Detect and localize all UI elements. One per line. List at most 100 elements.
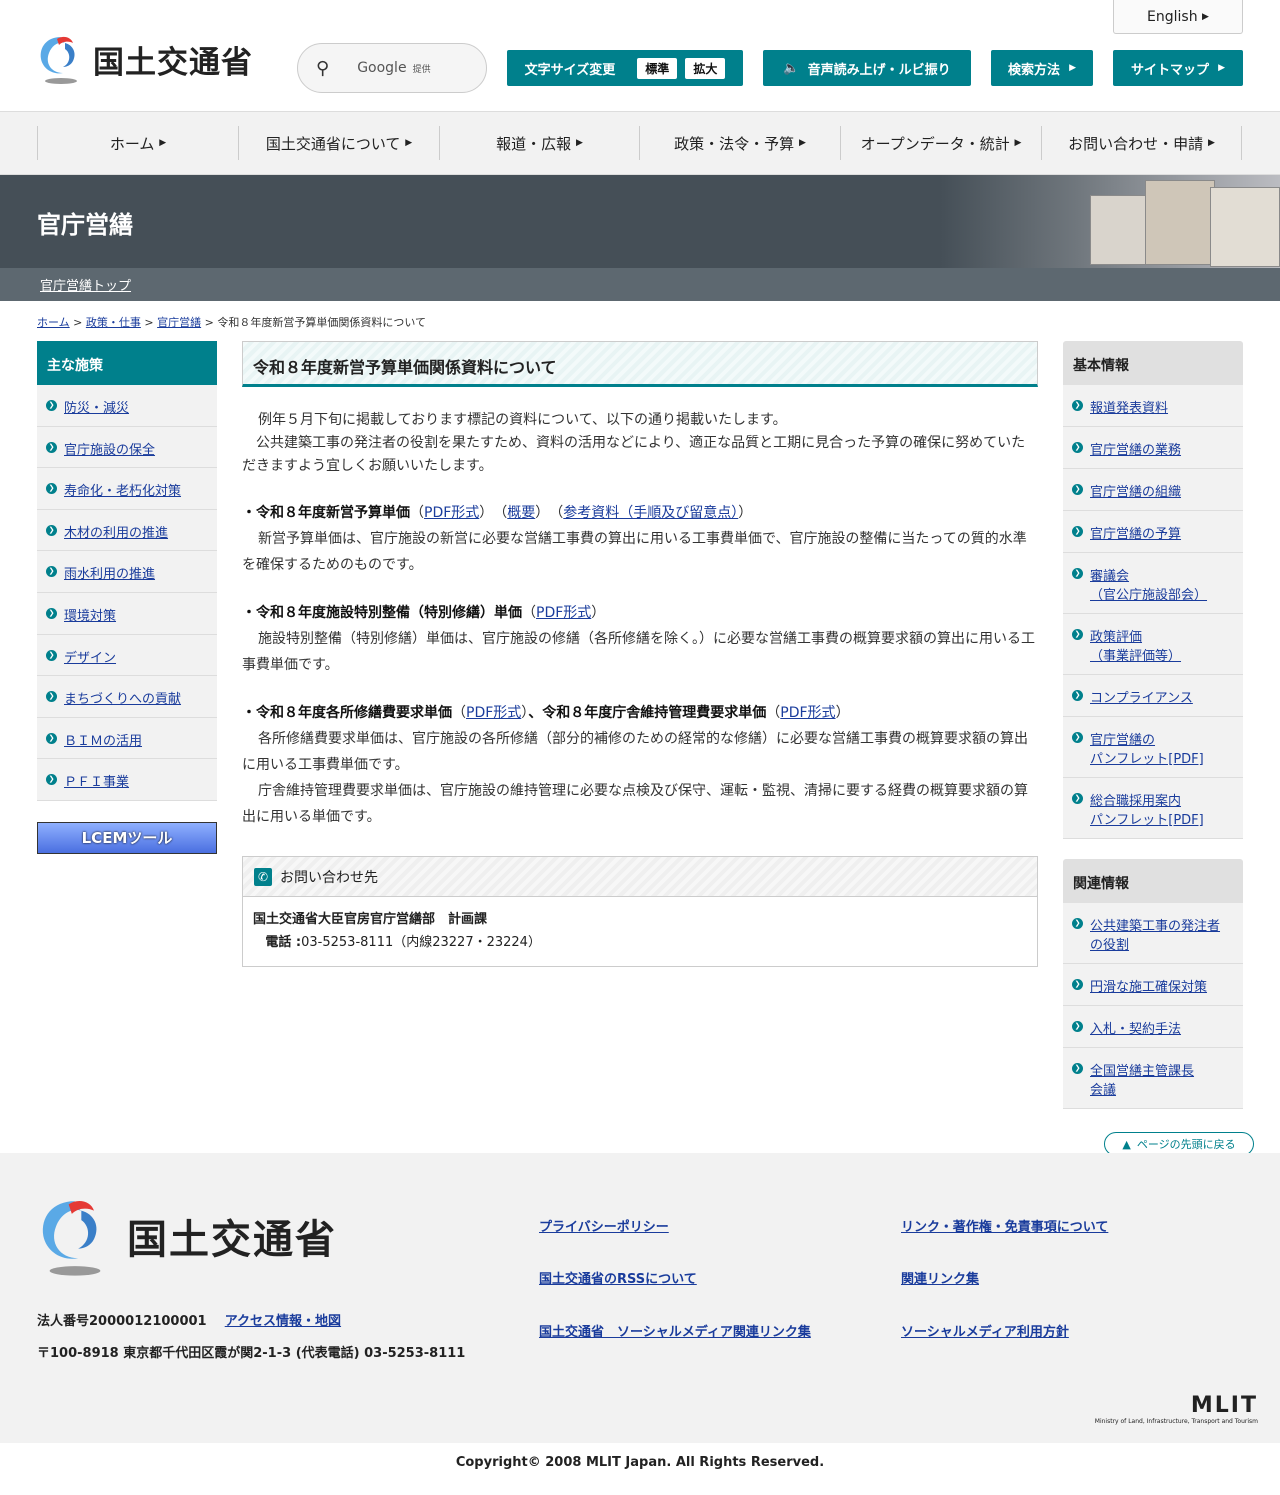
- font-size-control: 文字サイズ変更 標準 拡大: [507, 50, 743, 86]
- sidebar-item[interactable]: ❯ 総合職採用案内 パンフレット[PDF]: [1063, 778, 1243, 839]
- google-search-box[interactable]: ⚲ Google 提供: [297, 43, 487, 93]
- mlit-logo-icon: [42, 1201, 101, 1276]
- page-title: 令和８年度新営予算単価関係資料について: [242, 341, 1038, 387]
- gnav-home[interactable]: ホーム ▶: [37, 126, 238, 160]
- breadcrumb-current: 令和８年度新営予算単価関係資料について: [217, 316, 426, 329]
- breadcrumb: ホーム > 政策・仕事 > 官庁営繕 > 令和８年度新営予算単価関係資料について: [37, 316, 426, 329]
- chevron-right-icon: ❯: [1072, 484, 1083, 495]
- chevron-right-icon: ❯: [46, 400, 57, 411]
- contact-body: 国土交通省大臣官房官庁営繕部 計画課 電話 :03-5253-8111（内線23…: [253, 912, 541, 950]
- breadcrumb-eizen[interactable]: 官庁営繕: [157, 316, 201, 329]
- copyright-link[interactable]: リンク・著作権・免責事項について: [901, 1216, 1108, 1235]
- right-sidebar-basic: 基本情報 ❯ 報道発表資料 ❯ 官庁営繕の業務 ❯ 官庁営繕の組織 ❯ 官庁営繕の予算 …: [1063, 341, 1243, 839]
- chevron-right-icon: ❯: [1072, 1063, 1083, 1074]
- font-large-button[interactable]: 拡大: [685, 57, 726, 79]
- right-sidebar-related: 関連情報 ❯ 公共建築工事の発注者 の役割 ❯ 円滑な施工確保対策 ❯ 入札・契約手法 …: [1063, 859, 1243, 1109]
- mlit-wordmark: MLIT Ministry of Land, Infrastructure, T…: [1094, 1393, 1258, 1425]
- sidebar-item[interactable]: ❯ 入札・契約手法: [1063, 1006, 1243, 1048]
- contact-header: ✆ お問い合わせ先: [243, 857, 1037, 897]
- left-sidebar: 主な施策 ❯ 防災・減災 ❯ 官庁施設の保全 ❯ 寿命化・老朽化対策 ❯ 木材の利用の推…: [37, 341, 217, 854]
- footer-logo[interactable]: 国土交通省: [37, 1193, 337, 1279]
- sidebar-item[interactable]: ❯ まちづくりへの貢献: [37, 676, 217, 718]
- site-footer: 国土交通省 法人番号2000012100001 アクセス情報・地図 〒100-8…: [0, 1153, 1280, 1443]
- arrow-up-icon: ▲: [1122, 1137, 1131, 1151]
- sidebar-item[interactable]: ❯ 公共建築工事の発注者 の役割: [1063, 903, 1243, 964]
- sidebar-item[interactable]: ❯ 官庁営繕の業務: [1063, 427, 1243, 469]
- sidebar-item[interactable]: ❯ 全国営繕主管課長 会議: [1063, 1048, 1243, 1109]
- voice-reading-button[interactable]: 🔈 音声読み上げ・ルビ振り: [763, 50, 971, 86]
- sitemap-button[interactable]: サイトマップ ▶: [1113, 50, 1243, 86]
- pdf-link[interactable]: PDF形式: [424, 505, 479, 521]
- chevron-right-icon: ❯: [46, 774, 57, 786]
- triangle-right-icon: ▶: [1202, 11, 1209, 22]
- related-links-link[interactable]: 関連リンク集: [901, 1268, 979, 1287]
- gnav-contact[interactable]: お問い合わせ・申請 ▶: [1041, 126, 1242, 160]
- search-icon[interactable]: ⚲: [316, 58, 329, 79]
- related-info-title: 関連情報: [1063, 859, 1243, 903]
- chevron-right-icon: ❯: [46, 524, 57, 536]
- sidebar-item[interactable]: ❯ 官庁営繕の パンフレット[PDF]: [1063, 717, 1243, 778]
- sidebar-item[interactable]: ❯ コンプライアンス: [1063, 675, 1243, 717]
- sidebar-item[interactable]: ❯ 審議会 （官公庁施設部会）: [1063, 553, 1243, 614]
- font-standard-button[interactable]: 標準: [637, 57, 678, 79]
- triangle-right-icon: ▶: [1207, 138, 1215, 148]
- sidebar-item[interactable]: ❯ 雨水利用の推進: [37, 551, 217, 593]
- lcem-tool-banner[interactable]: LCEMツール: [37, 821, 217, 854]
- sidebar-item[interactable]: ❯ 報道発表資料: [1063, 385, 1243, 427]
- sidebar-item[interactable]: ❯ 円滑な施工確保対策: [1063, 964, 1243, 1006]
- sidebar-item[interactable]: ❯ 木材の利用の推進: [37, 509, 217, 552]
- breadcrumb-home[interactable]: ホーム: [37, 316, 70, 329]
- font-size-label: 文字サイズ変更: [524, 62, 616, 78]
- pdf-link[interactable]: PDF形式: [536, 605, 591, 621]
- sidebar-item[interactable]: ❯ 防災・減災: [37, 385, 217, 427]
- chevron-right-icon: ❯: [1072, 793, 1083, 804]
- sidebar-item[interactable]: ❯ ＰＦＩ事業: [37, 759, 217, 801]
- breadcrumb-policy[interactable]: 政策・仕事: [86, 316, 141, 329]
- left-sidebar-title: 主な施策: [37, 341, 217, 385]
- sidebar-item[interactable]: ❯ 官庁営繕の予算: [1063, 511, 1243, 553]
- triangle-right-icon: ▶: [1069, 63, 1076, 73]
- chevron-right-icon: ❯: [46, 732, 57, 744]
- rss-link[interactable]: 国土交通省のRSSについて: [539, 1268, 697, 1287]
- building-photo: [940, 175, 1280, 268]
- global-nav: ホーム ▶ 国土交通省について ▶ 報道・広報 ▶ 政策・法令・予算 ▶ オープ…: [0, 112, 1280, 175]
- chevron-right-icon: ❯: [1072, 732, 1083, 743]
- sidebar-item[interactable]: ❯ デザイン: [37, 634, 217, 677]
- speaker-icon: 🔈: [783, 60, 800, 76]
- sidebar-item[interactable]: ❯ 官庁営繕の組織: [1063, 469, 1243, 511]
- social-policy-link[interactable]: ソーシャルメディア利用方針: [901, 1321, 1069, 1340]
- gnav-about[interactable]: 国土交通省について ▶: [238, 126, 439, 160]
- triangle-right-icon: ▶: [1218, 63, 1225, 73]
- chevron-right-icon: ❯: [1072, 1021, 1083, 1032]
- sidebar-item[interactable]: ❯ 寿命化・老朽化対策: [37, 468, 217, 510]
- pdf-link[interactable]: PDF形式: [780, 705, 835, 721]
- english-link[interactable]: English ▶: [1113, 0, 1243, 34]
- pdf-link[interactable]: PDF形式: [466, 705, 521, 721]
- gnav-opendata[interactable]: オープンデータ・統計 ▶: [840, 126, 1041, 160]
- chevron-right-icon: ❯: [46, 691, 57, 703]
- section-top-link[interactable]: 官庁営繕トップ: [40, 275, 131, 294]
- site-logo[interactable]: 国土交通省: [37, 33, 253, 85]
- reference-link[interactable]: 参考資料（手順及び留意点）: [563, 505, 738, 521]
- chevron-right-icon: ❯: [1072, 442, 1083, 453]
- access-link[interactable]: アクセス情報・地図: [225, 1314, 341, 1329]
- footer-logo-text: 国土交通省: [127, 1217, 337, 1263]
- sidebar-item[interactable]: ❯ ＢＩＭの活用: [37, 717, 217, 760]
- main-content: 令和８年度新営予算単価関係資料について 例年５月下旬に掲載しております標記の資料…: [242, 341, 1038, 967]
- chevron-right-icon: ❯: [1072, 918, 1083, 929]
- footer-corp-info: 法人番号2000012100001 アクセス情報・地図: [37, 1314, 342, 1329]
- chevron-right-icon: ❯: [1072, 690, 1083, 701]
- summary-link[interactable]: 概要: [507, 505, 535, 521]
- search-method-button[interactable]: 検索方法 ▶: [991, 50, 1093, 86]
- privacy-link[interactable]: プライバシーポリシー: [539, 1216, 669, 1235]
- gnav-press[interactable]: 報道・広報 ▶: [439, 126, 639, 160]
- section-banner: 官庁営繕: [0, 175, 1280, 268]
- sidebar-item[interactable]: ❯ 政策評価 （事業評価等）: [1063, 614, 1243, 675]
- social-links-link[interactable]: 国土交通省 ソーシャルメディア関連リンク集: [539, 1321, 811, 1340]
- logo-text: 国土交通省: [93, 44, 253, 81]
- sidebar-item[interactable]: ❯ 官庁施設の保全: [37, 426, 217, 469]
- chevron-right-icon: ❯: [1072, 568, 1083, 579]
- gnav-policy[interactable]: 政策・法令・予算 ▶: [639, 126, 840, 160]
- intro-text: 例年５月下旬に掲載しております標記の資料について、以下の通り掲載いたします。 公…: [242, 412, 1026, 474]
- sidebar-item[interactable]: ❯ 環境対策: [37, 592, 217, 635]
